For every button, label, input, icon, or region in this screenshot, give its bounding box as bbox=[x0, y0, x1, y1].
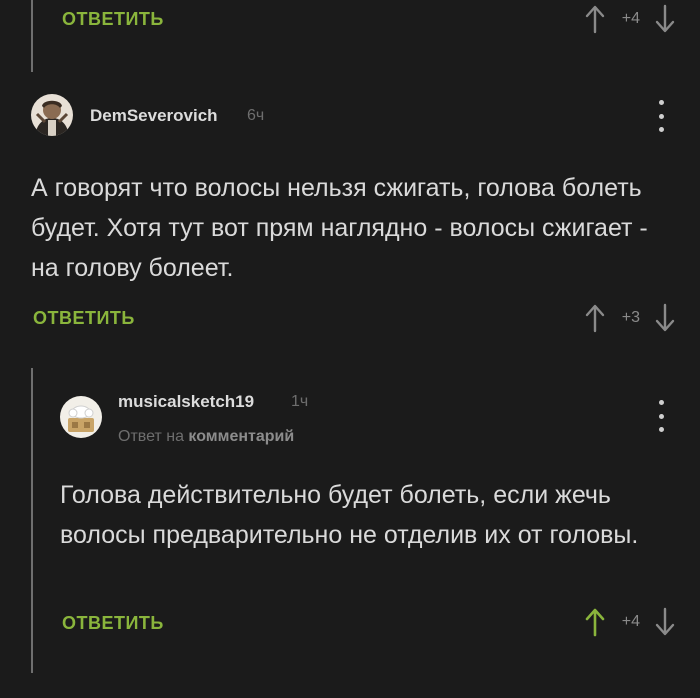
upvote-arrow-icon[interactable] bbox=[584, 607, 606, 637]
reply-to-label: Ответ на комментарий bbox=[118, 428, 294, 446]
reply-button[interactable]: ОТВЕТИТЬ bbox=[62, 9, 164, 30]
user-avatar-icon bbox=[31, 94, 73, 136]
comment-author[interactable]: DemSeverovich bbox=[90, 106, 218, 126]
comment-time: 1ч bbox=[291, 393, 309, 410]
more-options-icon[interactable] bbox=[656, 100, 666, 132]
vote-controls: +3 bbox=[584, 302, 676, 334]
thread-line-reply bbox=[31, 368, 33, 673]
avatar[interactable] bbox=[31, 94, 73, 136]
avatar[interactable] bbox=[60, 396, 102, 438]
more-options-icon[interactable] bbox=[656, 400, 666, 432]
upvote-arrow-icon[interactable] bbox=[584, 4, 606, 34]
vote-count: +3 bbox=[621, 309, 640, 326]
reply-button[interactable]: ОТВЕТИТЬ bbox=[33, 308, 135, 329]
downvote-arrow-icon[interactable] bbox=[654, 607, 676, 637]
downvote-arrow-icon[interactable] bbox=[654, 4, 676, 34]
user-avatar-icon bbox=[60, 396, 102, 438]
thread-line-top bbox=[31, 0, 33, 72]
vote-count: +4 bbox=[621, 613, 640, 630]
reply-button[interactable]: ОТВЕТИТЬ bbox=[62, 613, 164, 634]
downvote-arrow-icon[interactable] bbox=[654, 303, 676, 333]
comment-author[interactable]: musicalsketch19 bbox=[118, 392, 254, 412]
comment-time: 6ч bbox=[247, 107, 265, 124]
reply-to-link[interactable]: комментарий bbox=[188, 428, 294, 445]
comment-text: А говорят что волосы нельзя сжигать, гол… bbox=[31, 174, 648, 282]
upvote-arrow-icon[interactable] bbox=[584, 303, 606, 333]
comment-text: Голова действительно будет болеть, если … bbox=[60, 481, 639, 549]
vote-controls: +4 bbox=[584, 3, 676, 35]
vote-count: +4 bbox=[621, 10, 640, 27]
reply-to-prefix: Ответ на bbox=[118, 428, 184, 445]
vote-controls: +4 bbox=[584, 606, 676, 638]
